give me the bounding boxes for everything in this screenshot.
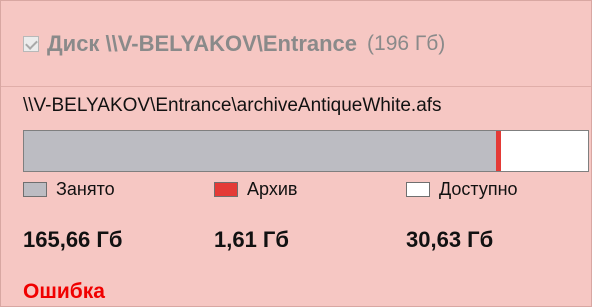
free-swatch-icon	[406, 182, 430, 197]
disk-checkbox-icon[interactable]	[23, 35, 39, 52]
legend-archive-label: Архив	[247, 179, 298, 199]
error-status: Ошибка	[23, 280, 105, 303]
archive-swatch-icon	[214, 182, 238, 197]
used-swatch-icon	[23, 182, 47, 197]
disk-usage-bar	[23, 130, 589, 172]
legend-used: Занято	[23, 179, 115, 200]
archive-file-path: \\V-BELYAKOV\Entrance\archiveAntiqueWhit…	[23, 95, 442, 116]
archive-space-segment	[496, 131, 501, 171]
used-value: 165,66 Гб	[23, 227, 123, 252]
disk-size: (196 Гб)	[367, 31, 446, 55]
archive-value: 1,61 Гб	[214, 227, 289, 252]
legend-archive: Архив	[214, 179, 297, 200]
legend-free-label: Доступно	[439, 179, 518, 199]
disk-status-panel: Диск \\V-BELYAKOV\Entrance (196 Гб) \\V-…	[0, 0, 592, 307]
used-space-segment	[24, 131, 501, 171]
disk-header: Диск \\V-BELYAKOV\Entrance (196 Гб)	[1, 1, 591, 87]
legend-free: Доступно	[406, 179, 518, 200]
legend-used-label: Занято	[56, 179, 115, 199]
disk-title: Диск \\V-BELYAKOV\Entrance	[47, 30, 358, 56]
free-value: 30,63 Гб	[406, 227, 494, 252]
